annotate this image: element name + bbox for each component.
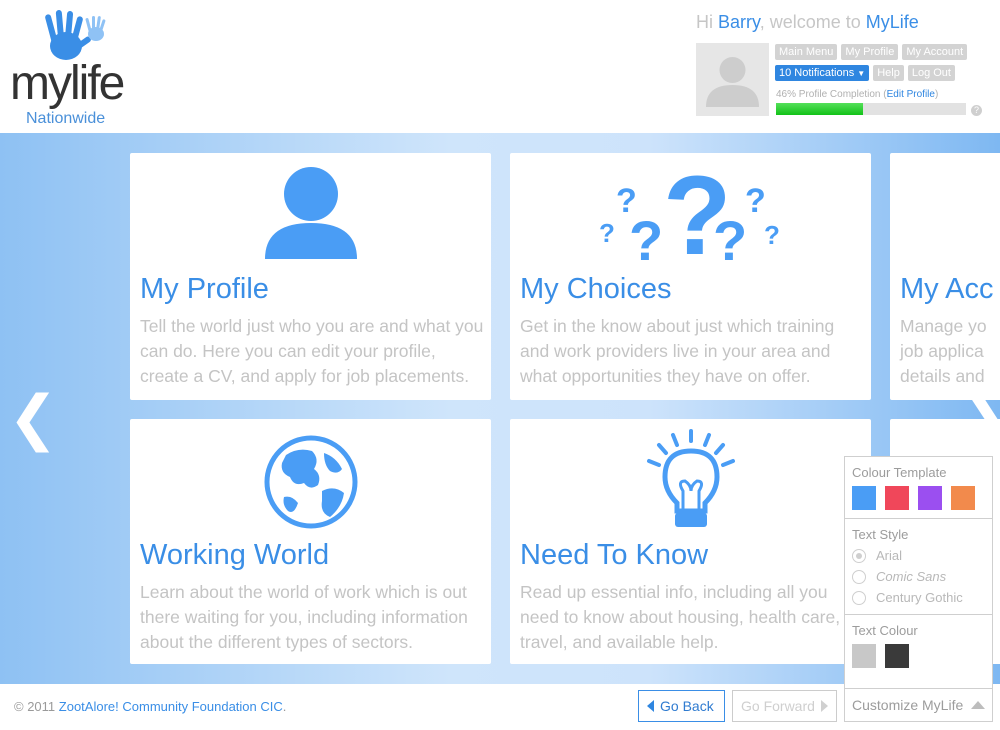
text-style-option-century-gothic[interactable]: Century Gothic [852, 590, 985, 605]
text-colour-swatch-1[interactable] [852, 644, 876, 668]
tile-description: Tell the world just who you are and what… [140, 316, 484, 386]
svg-text:?: ? [599, 218, 615, 248]
svg-text:?: ? [764, 220, 780, 250]
tile-working-world[interactable]: Working World Learn about the world of w… [130, 419, 491, 664]
tile-icon-wrap [130, 419, 491, 539]
colour-template-section: Colour Template [845, 457, 992, 519]
colour-template-swatch-3[interactable] [918, 486, 942, 510]
tile-description: Manage yo job applica details and [900, 316, 987, 386]
go-back-button[interactable]: Go Back [638, 690, 725, 722]
tile-title: My Choices [520, 273, 672, 305]
edit-profile-link[interactable]: Edit Profile [887, 89, 935, 100]
customize-mylife-button[interactable]: Customize MyLife [845, 688, 992, 721]
tile-title: My Acc [900, 273, 994, 305]
tile-my-account[interactable]: My Acc Manage yo job applica details and [890, 153, 1000, 400]
radio-selected[interactable] [852, 548, 866, 563]
text-style-option-arial[interactable]: Arial [852, 548, 985, 563]
progress-fill [776, 103, 864, 115]
text-colour-swatches [852, 644, 985, 668]
profile-completion-text: 46% Profile Completion (Edit Profile) [776, 89, 938, 100]
tile-need-to-know[interactable]: Need To Know Read up essential info, inc… [510, 419, 871, 664]
chevron-up-icon [971, 701, 986, 709]
text-style-option-comic-sans[interactable]: Comic Sans [852, 569, 985, 584]
completion-close: ) [934, 89, 939, 100]
text-style-name: Century Gothic [876, 590, 963, 605]
text-colour-section: Text Colour [845, 615, 992, 676]
tile-title: Working World [140, 539, 330, 571]
avatar-placeholder-icon [706, 57, 759, 107]
customize-label: Customize MyLife [852, 697, 964, 713]
tile-description: Learn about the world of work which is o… [140, 582, 468, 652]
my-profile-button[interactable]: My Profile [841, 44, 899, 60]
logout-button[interactable]: Log Out [907, 65, 955, 81]
text-style-name: Comic Sans [876, 569, 947, 584]
welcome-message: Hi Barry, welcome to MyLife [696, 12, 919, 33]
svg-text:?: ? [629, 209, 663, 265]
question-marks-icon: ? ? ? ? ? ? ? [599, 160, 780, 265]
colour-template-swatch-2[interactable] [885, 486, 909, 510]
my-account-button[interactable]: My Account [902, 44, 968, 60]
person-icon [264, 167, 357, 259]
tile-title: My Profile [140, 273, 269, 305]
colour-template-label: Colour Template [852, 465, 947, 480]
tile-icon-wrap: ? ? ? ? ? ? ? [510, 153, 871, 273]
svg-text:?: ? [713, 209, 747, 265]
main-menu-button[interactable]: Main Menu [775, 44, 838, 60]
mylife-logo[interactable]: mylife Nationwide [10, 8, 140, 127]
tile-icon-wrap [510, 419, 871, 539]
go-forward-label: Go Forward [741, 698, 815, 714]
text-style-name: Arial [876, 548, 903, 563]
brand-name: MyLife [865, 12, 919, 32]
chevron-down-icon: ▼ [857, 69, 866, 78]
forward-arrow-icon [820, 700, 828, 712]
copyright-prefix: © 2011 [14, 699, 56, 714]
logo-subtitle: Nationwide [26, 110, 106, 127]
text-style-label: Text Style [852, 527, 909, 542]
go-forward-button[interactable]: Go Forward [732, 690, 837, 722]
colour-template-swatch-4[interactable] [951, 486, 975, 510]
tile-title: Need To Know [520, 539, 709, 571]
tile-my-profile[interactable]: My Profile Tell the world just who you a… [130, 153, 491, 400]
text-style-section: Text Style Arial Comic Sans Century Goth… [845, 519, 992, 615]
radio[interactable] [852, 590, 866, 605]
profile-progress-bar [776, 103, 966, 115]
tile-description: Get in the know about just which trainin… [520, 316, 835, 386]
notifications-label: 10 Notifications [779, 67, 855, 79]
lightbulb-icon [646, 429, 735, 527]
next-arrow-icon[interactable]: ❯ [958, 383, 1000, 453]
svg-text:?: ? [745, 182, 766, 220]
user-name: Barry [718, 12, 760, 32]
account-buttons: Main Menu My Profile My Account 10 Notif… [775, 44, 990, 86]
prev-arrow-icon[interactable]: ❮ [8, 383, 58, 453]
customize-panel: Colour Template Text Style Arial Comic S… [844, 456, 993, 722]
text-colour-label: Text Colour [852, 623, 918, 638]
header: mylife Nationwide Hi Barry, welcome to M… [0, 0, 1000, 133]
help-button[interactable]: Help [873, 65, 904, 81]
notifications-button[interactable]: 10 Notifications ▼ [775, 65, 870, 81]
text-colour-swatch-2[interactable] [885, 644, 909, 668]
tile-my-choices[interactable]: ? ? ? ? ? ? ? My Choices Get in the know… [510, 153, 871, 400]
tile-icon-wrap [130, 153, 491, 273]
globe-icon [264, 435, 357, 529]
help-icon[interactable]: ? [971, 105, 982, 116]
logo-wordmark: mylife [10, 57, 125, 110]
copyright-link[interactable]: ZootAlore! Community Foundation CIC [59, 699, 283, 714]
copyright-suffix: . [282, 699, 287, 714]
welcome-hi: Hi [696, 12, 713, 32]
back-arrow-icon [647, 700, 654, 712]
colour-template-swatches [852, 486, 985, 510]
colour-template-swatch-1[interactable] [852, 486, 876, 510]
welcome-mid: , welcome to [759, 12, 861, 32]
completion-label: 46% Profile Completion ( [776, 89, 887, 100]
tile-description: Read up essential info, including all yo… [520, 582, 841, 652]
copyright: © 2011 ZootAlore! Community Foundation C… [14, 699, 286, 714]
radio[interactable] [852, 569, 866, 584]
go-back-label: Go Back [660, 698, 714, 714]
avatar[interactable] [696, 43, 769, 116]
